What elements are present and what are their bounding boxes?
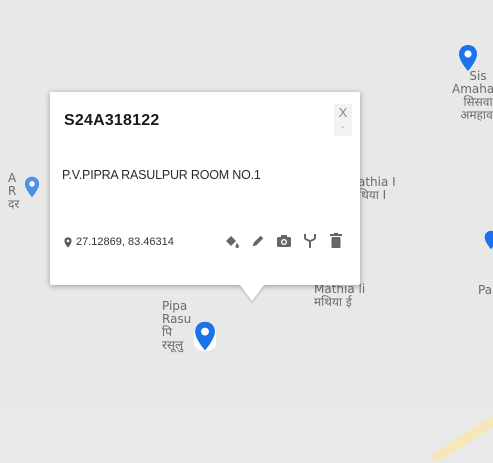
trash-icon [330, 233, 342, 248]
delete-button[interactable] [328, 232, 344, 250]
map-pin-icon[interactable] [24, 176, 40, 198]
map-label-right: Pa [478, 283, 493, 297]
location-address: P.V.PIPRA RASULPUR ROOM NO.1 [62, 168, 261, 182]
location-id-title: S24A318122 [64, 112, 160, 129]
action-toolbar [224, 232, 344, 250]
close-button[interactable]: X ⌄ [334, 104, 352, 136]
branch-button[interactable] [302, 232, 318, 250]
fill-color-button[interactable] [224, 232, 240, 250]
map-canvas[interactable]: Sis Amahaw सिसवा अमहावा A R दर athia I थ… [0, 0, 493, 463]
close-icon[interactable]: X [339, 105, 348, 120]
map-label-pipra: Pipa Rasu पि रसूलु [162, 299, 192, 352]
map-road [431, 406, 493, 463]
coordinates: 27.12869, 83.46314 [64, 236, 174, 248]
selected-map-pin-icon[interactable] [194, 320, 216, 352]
map-label-mathia-lower: Mathia li मथिया ई [314, 282, 366, 309]
photo-button[interactable] [276, 232, 292, 250]
coordinates-value: 27.12869, 83.46314 [76, 236, 174, 248]
location-pin-icon [64, 236, 72, 248]
map-pin-icon[interactable] [484, 228, 493, 252]
pencil-icon [252, 235, 264, 247]
fill-icon [226, 236, 239, 248]
edit-button[interactable] [250, 232, 266, 250]
info-window-tail [240, 285, 264, 301]
map-label-mathia-upper: athia I थिया I [358, 175, 396, 202]
info-window: S24A318122 X ⌄ P.V.PIPRA RASULPUR ROOM N… [50, 92, 360, 301]
scroll-indicator: ⌄ [339, 121, 347, 130]
fork-icon [304, 234, 316, 248]
camera-icon [277, 235, 291, 247]
map-label-left: A R दर [8, 171, 20, 211]
map-pin-icon[interactable] [458, 44, 478, 72]
map-label-siswa: Sis Amahaw सिसवा अमहावा [452, 69, 493, 122]
